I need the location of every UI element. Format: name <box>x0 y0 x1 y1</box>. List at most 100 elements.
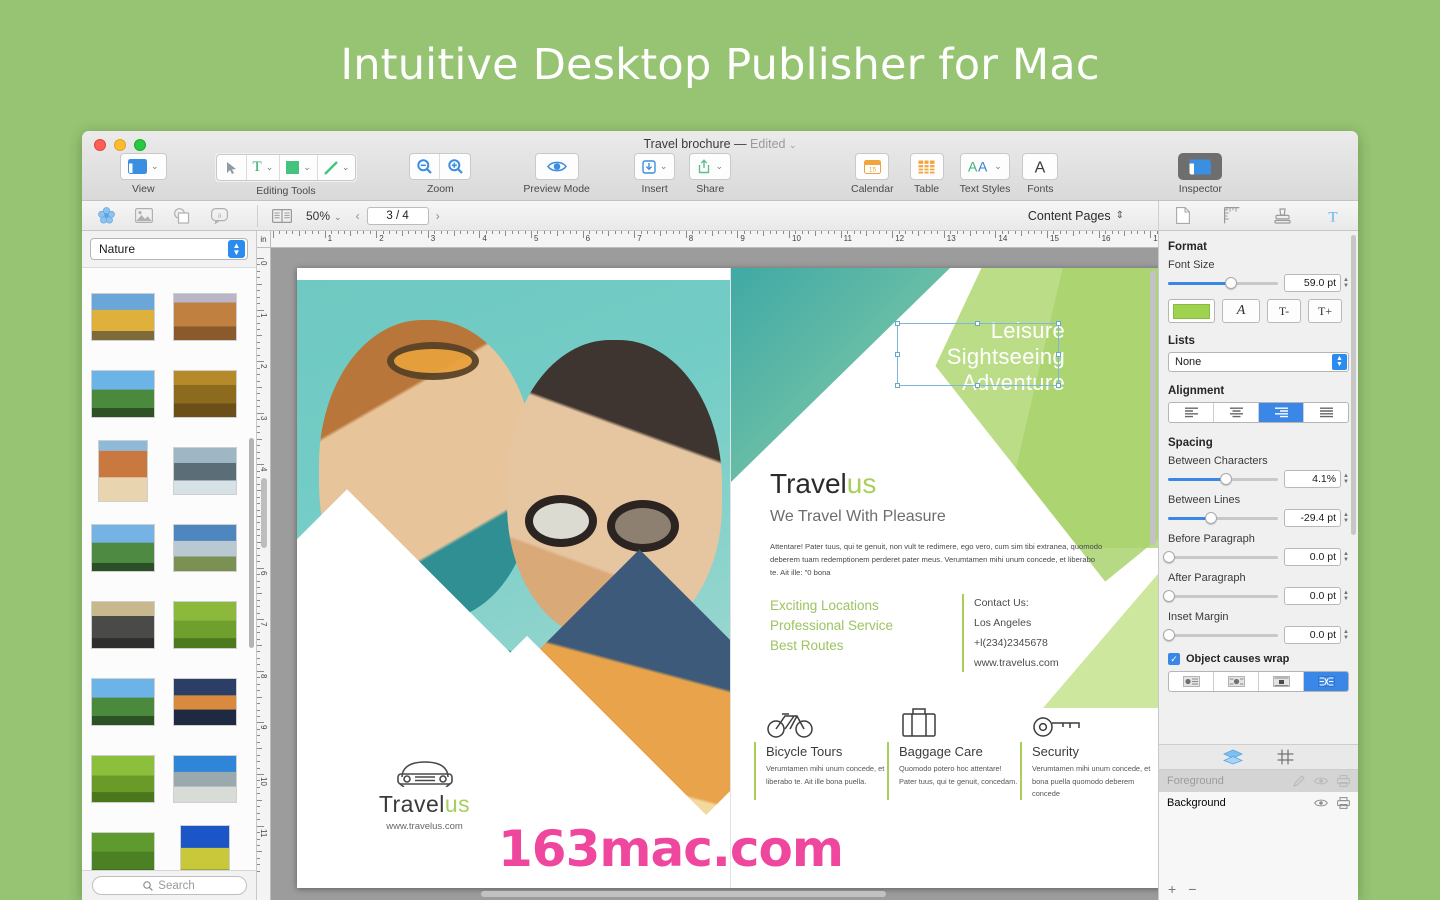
inset-margin-slider[interactable] <box>1163 628 1279 642</box>
print-icon[interactable] <box>1337 775 1350 787</box>
zoom-out-button[interactable] <box>410 154 441 179</box>
spacing-row-inset-margin[interactable]: Inset Margin 0.0 pt ▲ ▼ <box>1163 611 1349 644</box>
inset-margin-stepper[interactable]: 0.0 pt ▲ ▼ <box>1284 626 1349 644</box>
font-size-stepper[interactable]: 59.0 pt ▲ ▼ <box>1284 274 1349 292</box>
facing-pages-icon[interactable] <box>272 208 292 223</box>
spacing-row-before-paragraph[interactable]: Before Paragraph 0.0 pt ▲ ▼ <box>1163 533 1349 566</box>
font-size-row[interactable]: 59.0 pt ▲ ▼ <box>1168 274 1349 292</box>
zoom-in-button[interactable] <box>440 154 470 179</box>
page-canvas[interactable]: Travelus www.travelus.com Leisure Sights… <box>271 248 1158 900</box>
resize-handle-ml[interactable] <box>895 351 900 357</box>
chevron-updown-icon[interactable]: ▲ ▼ <box>1332 354 1347 370</box>
chevron-down-icon[interactable]: ⌄ <box>266 162 274 173</box>
wrap-mode-buttons[interactable] <box>1168 671 1349 692</box>
alignment-buttons[interactable] <box>1168 402 1349 423</box>
text-styles-button[interactable]: A A ⌄ <box>960 153 1010 180</box>
toolbar-group-table[interactable]: Table <box>909 153 944 195</box>
between-characters-slider[interactable] <box>1168 472 1279 486</box>
fonts-button[interactable]: A <box>1022 153 1059 180</box>
template-icon[interactable] <box>98 207 115 224</box>
thumbnail-cell[interactable] <box>164 817 246 870</box>
page-navigator[interactable]: ‹ 3 / 4 › <box>356 206 440 225</box>
brochure-right-page[interactable]: Leisure Sightseeing Adventure Travelus W… <box>730 268 1158 888</box>
resize-handle-tl[interactable] <box>895 321 900 326</box>
align-right-button[interactable] <box>1259 403 1304 422</box>
increase-size-button[interactable]: T+ <box>1308 299 1342 323</box>
layer-row-background[interactable]: Background <box>1159 792 1358 814</box>
font-color-swatch[interactable] <box>1168 299 1215 323</box>
between-characters-stepper[interactable]: 4.1% ▲ ▼ <box>1284 470 1349 488</box>
inspector-button[interactable] <box>1178 153 1223 180</box>
editing-tools-segment[interactable]: T ⌄ ⌄ ⌄ <box>215 154 357 181</box>
between-lines-stepper[interactable]: -29.4 pt ▲ ▼ <box>1284 509 1349 527</box>
format-buttons-row[interactable]: A T- T+ <box>1168 299 1349 323</box>
chevron-down-icon[interactable]: ⌄ <box>715 161 723 172</box>
road-valley-thumb[interactable] <box>91 677 155 726</box>
brochure-spread[interactable]: Travelus www.travelus.com Leisure Sights… <box>297 268 1158 888</box>
zoom-segment[interactable] <box>409 153 472 180</box>
between-characters-value[interactable]: 4.1% <box>1284 470 1342 488</box>
text-tool-button[interactable]: T ⌄ <box>247 155 281 180</box>
image-icon[interactable] <box>135 208 153 223</box>
lists-select[interactable]: None ▲ ▼ <box>1168 352 1349 372</box>
thumbnail-cell[interactable] <box>82 278 164 355</box>
between-lines-value[interactable]: -29.4 pt <box>1284 509 1342 527</box>
updown-arrows-icon[interactable]: ⇕ <box>1116 210 1124 221</box>
ruler-icon[interactable] <box>1224 207 1240 224</box>
thumbnail-cell[interactable] <box>82 586 164 663</box>
layer-row-foreground[interactable]: Foreground <box>1159 770 1358 792</box>
italic-A-button[interactable]: A <box>1222 299 1260 323</box>
toolbar-group-editing-tools[interactable]: T ⌄ ⌄ ⌄ Editing Tools <box>214 153 358 197</box>
chevron-down-icon[interactable]: ⌄ <box>342 162 350 173</box>
resize-handle-tr[interactable] <box>1056 321 1061 326</box>
chevron-down-icon[interactable]: ⌄ <box>789 140 797 150</box>
thumbnail-cell[interactable] <box>164 432 246 509</box>
thumbnail-cell[interactable] <box>82 432 164 509</box>
spinner-icon[interactable]: ▲ ▼ <box>1343 277 1349 289</box>
sidebar-tab-bar[interactable]: a <box>82 207 257 224</box>
spinner-icon[interactable]: ▲ ▼ <box>1343 629 1349 641</box>
toolbar-group-zoom[interactable]: Zoom <box>409 153 472 195</box>
tagline[interactable]: We Travel With Pleasure <box>770 508 946 526</box>
toolbar-group-view[interactable]: ⌄ View <box>120 153 167 195</box>
left-page-logo[interactable]: Travelus www.travelus.com <box>337 753 512 832</box>
spacing-row-between-lines[interactable]: Between Lines -29.4 pt ▲ ▼ <box>1168 494 1349 527</box>
spinner-icon[interactable]: ▲ ▼ <box>1343 512 1349 524</box>
pencil-icon[interactable] <box>1293 775 1305 787</box>
thumbnail-cell[interactable] <box>82 740 164 817</box>
remove-layer-button[interactable]: − <box>1188 881 1196 897</box>
toolbar-group-preview-mode[interactable]: Preview Mode <box>523 153 590 195</box>
thumbnail-cell[interactable] <box>164 586 246 663</box>
thumbnail-cell[interactable] <box>164 509 246 586</box>
resize-handle-tc[interactable] <box>975 321 980 326</box>
spacing-row-between-characters[interactable]: Between Characters 4.1% ▲ ▼ <box>1168 455 1349 488</box>
text-box-selection[interactable] <box>895 321 1061 388</box>
align-center-button[interactable] <box>1214 403 1259 422</box>
painted-hills-thumb[interactable] <box>173 292 237 341</box>
preview-mode-button[interactable] <box>534 153 579 180</box>
crop-lines-thumb[interactable] <box>91 831 155 870</box>
thumbnail-cell[interactable] <box>82 663 164 740</box>
calendar-button[interactable]: 15 <box>855 153 890 180</box>
inset-margin-value[interactable]: 0.0 pt <box>1284 626 1342 644</box>
wrap-both-button[interactable] <box>1259 672 1304 691</box>
layer-actions[interactable]: + − <box>1159 878 1196 900</box>
toolbar-group-text-styles[interactable]: A A ⌄ Text Styles <box>960 153 1010 195</box>
spinner-icon[interactable]: ▲ ▼ <box>1343 551 1349 563</box>
thumbnail-cell[interactable] <box>164 740 246 817</box>
after-paragraph-stepper[interactable]: 0.0 pt ▲ ▼ <box>1284 587 1349 605</box>
shapes-icon[interactable] <box>173 207 191 224</box>
text-icon[interactable]: T <box>1325 208 1341 223</box>
toolbar-group-calendar[interactable]: 15 Calendar <box>851 153 894 195</box>
canvas-horizontal-scrollbar[interactable] <box>481 891 886 897</box>
green-valley-thumb[interactable] <box>91 369 155 418</box>
shape-tool-button[interactable]: ⌄ <box>280 155 318 180</box>
share-button[interactable]: ⌄ <box>689 153 731 180</box>
autumn-canopy-thumb[interactable] <box>173 369 237 418</box>
toolbar-group-insert[interactable]: ⌄ Insert <box>633 153 676 195</box>
wrap-around-button[interactable] <box>1304 672 1348 691</box>
yellow-tree-thumb[interactable] <box>180 824 230 870</box>
add-layer-button[interactable]: + <box>1168 881 1176 897</box>
search-input[interactable]: Search <box>91 876 247 895</box>
thumbnail-cell[interactable] <box>164 663 246 740</box>
